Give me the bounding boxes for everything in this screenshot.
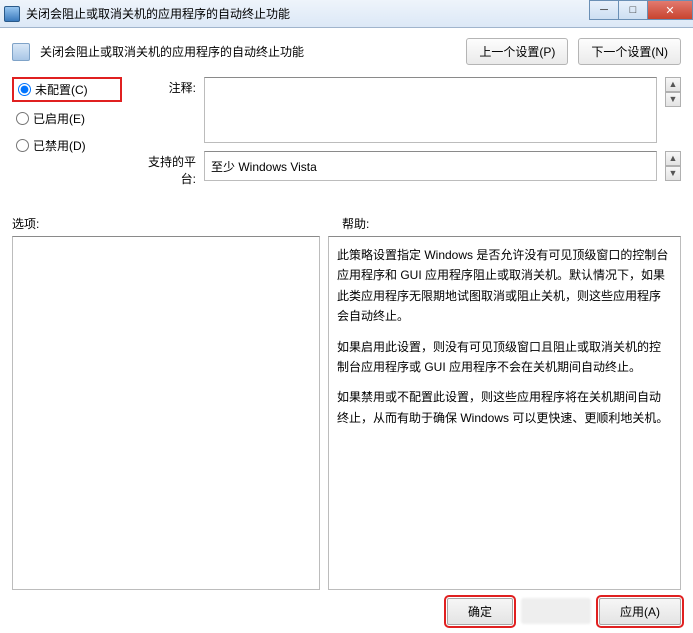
close-button[interactable]: ✕ xyxy=(647,0,693,20)
right-column: 注释: ▲ ▼ 支持的平台: 至少 Windows Vista ▲ ▼ xyxy=(134,77,681,195)
radio-disabled-input[interactable] xyxy=(16,139,29,152)
radio-disabled-label: 已禁用(D) xyxy=(33,137,86,154)
platform-value: 至少 Windows Vista xyxy=(204,151,657,181)
scroll-down-icon[interactable]: ▼ xyxy=(665,166,681,181)
options-pane xyxy=(12,236,320,590)
radio-enabled-label: 已启用(E) xyxy=(33,110,85,127)
comment-scroll: ▲ ▼ xyxy=(665,77,681,107)
policy-header-icon xyxy=(12,43,30,61)
radio-enabled[interactable]: 已启用(E) xyxy=(12,108,122,129)
help-pane: 此策略设置指定 Windows 是否允许没有可见顶级窗口的控制台应用程序和 GU… xyxy=(328,236,681,590)
panes: 此策略设置指定 Windows 是否允许没有可见顶级窗口的控制台应用程序和 GU… xyxy=(12,236,681,590)
help-paragraph: 如果启用此设置，则没有可见顶级窗口且阻止或取消关机的控制台应用程序或 GUI 应… xyxy=(337,337,672,378)
comment-label: 注释: xyxy=(134,77,196,96)
platform-row: 支持的平台: 至少 Windows Vista ▲ ▼ xyxy=(134,151,681,187)
radio-not-configured-input[interactable] xyxy=(18,83,31,96)
obscured-button xyxy=(521,598,591,624)
titlebar: 关闭会阻止或取消关机的应用程序的自动终止功能 ─ □ ✕ xyxy=(0,0,693,28)
radio-not-configured-label: 未配置(C) xyxy=(35,81,88,98)
window-title: 关闭会阻止或取消关机的应用程序的自动终止功能 xyxy=(26,5,290,22)
apply-button[interactable]: 应用(A) xyxy=(599,598,681,625)
platform-scroll: ▲ ▼ xyxy=(665,151,681,181)
config-row: 未配置(C) 已启用(E) 已禁用(D) 注释: ▲ ▼ 支持的平台: xyxy=(12,77,681,195)
next-setting-button[interactable]: 下一个设置(N) xyxy=(578,38,681,65)
scroll-down-icon[interactable]: ▼ xyxy=(665,92,681,107)
radio-not-configured[interactable]: 未配置(C) xyxy=(12,77,122,102)
platform-label: 支持的平台: xyxy=(134,151,196,187)
policy-icon xyxy=(4,6,20,22)
comment-textarea[interactable] xyxy=(204,77,657,143)
footer: 确定 应用(A) xyxy=(12,590,681,625)
scroll-up-icon[interactable]: ▲ xyxy=(665,77,681,92)
ok-button[interactable]: 确定 xyxy=(447,598,513,625)
window-buttons: ─ □ ✕ xyxy=(589,0,693,20)
help-label: 帮助: xyxy=(342,215,369,232)
comment-row: 注释: ▲ ▼ xyxy=(134,77,681,143)
section-labels: 选项: 帮助: xyxy=(12,215,681,232)
radio-column: 未配置(C) 已启用(E) 已禁用(D) xyxy=(12,77,122,195)
policy-title: 关闭会阻止或取消关机的应用程序的自动终止功能 xyxy=(40,43,456,60)
maximize-button[interactable]: □ xyxy=(618,0,648,20)
minimize-button[interactable]: ─ xyxy=(589,0,619,20)
options-label: 选项: xyxy=(12,215,342,232)
content-area: 关闭会阻止或取消关机的应用程序的自动终止功能 上一个设置(P) 下一个设置(N)… xyxy=(0,28,693,633)
radio-disabled[interactable]: 已禁用(D) xyxy=(12,135,122,156)
radio-enabled-input[interactable] xyxy=(16,112,29,125)
previous-setting-button[interactable]: 上一个设置(P) xyxy=(466,38,568,65)
platform-text: 至少 Windows Vista xyxy=(211,158,317,175)
help-paragraph: 如果禁用或不配置此设置，则这些应用程序将在关机期间自动终止，从而有助于确保 Wi… xyxy=(337,387,672,428)
header-row: 关闭会阻止或取消关机的应用程序的自动终止功能 上一个设置(P) 下一个设置(N) xyxy=(12,38,681,65)
scroll-up-icon[interactable]: ▲ xyxy=(665,151,681,166)
help-paragraph: 此策略设置指定 Windows 是否允许没有可见顶级窗口的控制台应用程序和 GU… xyxy=(337,245,672,327)
